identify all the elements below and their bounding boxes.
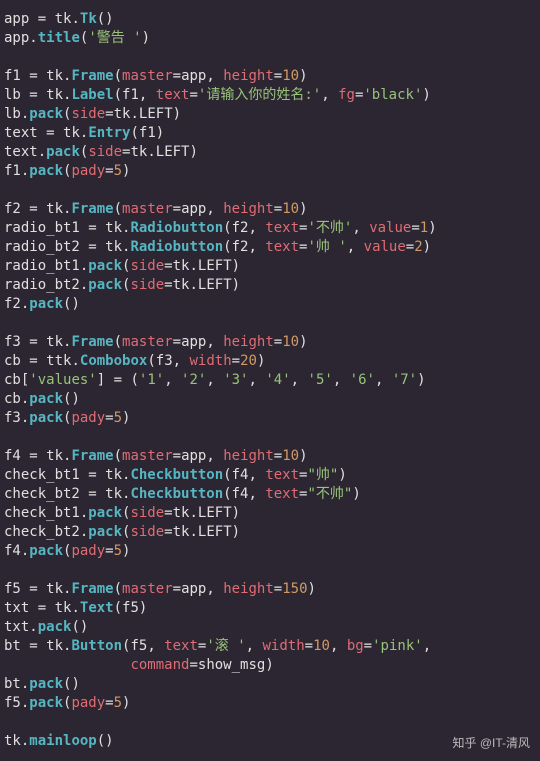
code-block: app = tk.Tk() app.title('警告 ') f1 = tk.F… <box>0 0 540 761</box>
line: radio_bt2 = tk.Radiobutton(f2, text='帅 '… <box>4 239 431 255</box>
line: radio_bt2.pack(side=tk.LEFT) <box>4 277 240 293</box>
line: f4 = tk.Frame(master=app, height=10) <box>4 448 308 464</box>
line: f1 = tk.Frame(master=app, height=10) <box>4 68 308 84</box>
line: cb['values'] = ('1', '2', '3', '4', '5',… <box>4 372 426 388</box>
line: f3.pack(pady=5) <box>4 410 130 426</box>
line: f2 = tk.Frame(master=app, height=10) <box>4 201 308 217</box>
line: app.title('警告 ') <box>4 30 150 46</box>
line: lb.pack(side=tk.LEFT) <box>4 106 181 122</box>
line: cb.pack() <box>4 391 80 407</box>
line: f3 = tk.Frame(master=app, height=10) <box>4 334 308 350</box>
line: cb = ttk.Combobox(f3, width=20) <box>4 353 265 369</box>
line: f4.pack(pady=5) <box>4 543 130 559</box>
line: check_bt1 = tk.Checkbutton(f4, text="帅") <box>4 467 347 483</box>
line: txt = tk.Text(f5) <box>4 600 147 616</box>
line: text = tk.Entry(f1) <box>4 125 164 141</box>
line: radio_bt1 = tk.Radiobutton(f2, text='不帅'… <box>4 220 437 236</box>
line: check_bt2 = tk.Checkbutton(f4, text="不帅"… <box>4 486 361 502</box>
line: f1.pack(pady=5) <box>4 163 130 179</box>
line: radio_bt1.pack(side=tk.LEFT) <box>4 258 240 274</box>
line: check_bt1.pack(side=tk.LEFT) <box>4 505 240 521</box>
line: tk.mainloop() <box>4 733 114 749</box>
line: text.pack(side=tk.LEFT) <box>4 144 198 160</box>
line: bt.pack() <box>4 676 80 692</box>
line: txt.pack() <box>4 619 88 635</box>
line: f5 = tk.Frame(master=app, height=150) <box>4 581 316 597</box>
line: check_bt2.pack(side=tk.LEFT) <box>4 524 240 540</box>
line: command=show_msg) <box>4 657 274 673</box>
line: f5.pack(pady=5) <box>4 695 130 711</box>
line: lb = tk.Label(f1, text='请输入你的姓名:', fg='b… <box>4 87 431 103</box>
line: app = tk.Tk() <box>4 11 114 27</box>
watermark: 知乎 @IT-清风 <box>452 734 530 753</box>
line: f2.pack() <box>4 296 80 312</box>
line: bt = tk.Button(f5, text='滚 ', width=10, … <box>4 638 431 654</box>
